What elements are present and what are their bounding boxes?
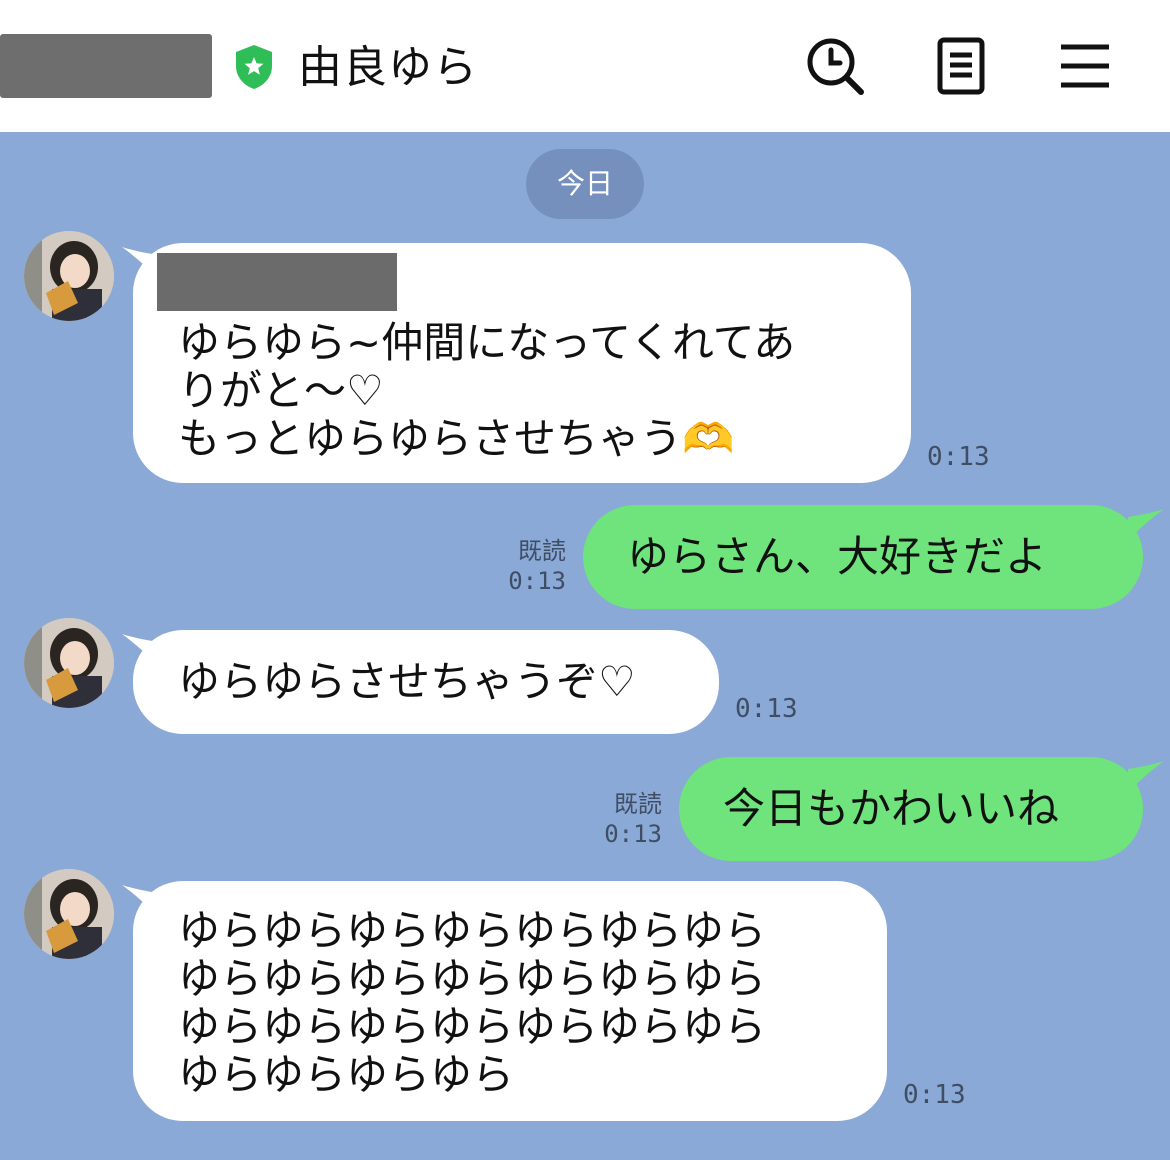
message-time: 0:13 <box>735 694 798 724</box>
avatar[interactable] <box>24 231 114 321</box>
avatar[interactable] <box>24 869 114 959</box>
shield-star-icon <box>236 45 272 89</box>
message-time: 0:13 <box>508 567 566 595</box>
bubble-tail <box>1128 761 1164 791</box>
redacted-back-area[interactable] <box>0 34 212 98</box>
message-text: 今日もかわいいね <box>723 784 1060 833</box>
avatar-photo <box>24 231 114 321</box>
message-time: 0:13 <box>604 820 662 848</box>
message-text: ゆらゆら~仲間になってくれてあ りがと〜♡ もっとゆらゆらさせちゃう🫶 <box>178 318 796 463</box>
date-separator: 今日 <box>526 149 644 219</box>
message-text: ゆらゆらさせちゃうぞ♡ <box>178 657 636 706</box>
message-text: ゆらゆらゆらゆらゆらゆらゆら ゆらゆらゆらゆらゆらゆらゆら ゆらゆらゆらゆらゆら… <box>178 906 767 1099</box>
chat-header: 由良ゆら <box>0 0 1170 132</box>
message-bubble-outgoing[interactable]: 今日もかわいいね <box>679 757 1143 861</box>
redacted-text <box>157 253 397 311</box>
contact-name[interactable]: 由良ゆら <box>298 36 478 100</box>
message-time: 0:13 <box>903 1080 966 1110</box>
search-history-icon[interactable] <box>803 34 867 98</box>
avatar[interactable] <box>24 618 114 708</box>
message-time: 0:13 <box>927 442 990 472</box>
message-bubble-outgoing[interactable]: ゆらさん、大好きだよ <box>583 505 1143 609</box>
avatar-photo <box>24 869 114 959</box>
message-bubble-incoming[interactable]: ゆらゆらさせちゃうぞ♡ <box>133 630 719 734</box>
message-text: ゆらさん、大好きだよ <box>627 532 1048 581</box>
menu-icon[interactable] <box>1053 34 1117 98</box>
read-receipt: 既読 <box>518 537 566 565</box>
message-bubble-incoming[interactable]: ゆらゆらゆらゆらゆらゆらゆら ゆらゆらゆらゆらゆらゆらゆら ゆらゆらゆらゆらゆら… <box>133 881 887 1121</box>
avatar-photo <box>24 618 114 708</box>
read-receipt: 既読 <box>614 790 662 818</box>
bubble-tail <box>1128 509 1164 539</box>
notes-icon[interactable] <box>928 34 992 98</box>
message-bubble-incoming[interactable]: ゆらゆら~仲間になってくれてあ りがと〜♡ もっとゆらゆらさせちゃう🫶 <box>133 243 911 483</box>
